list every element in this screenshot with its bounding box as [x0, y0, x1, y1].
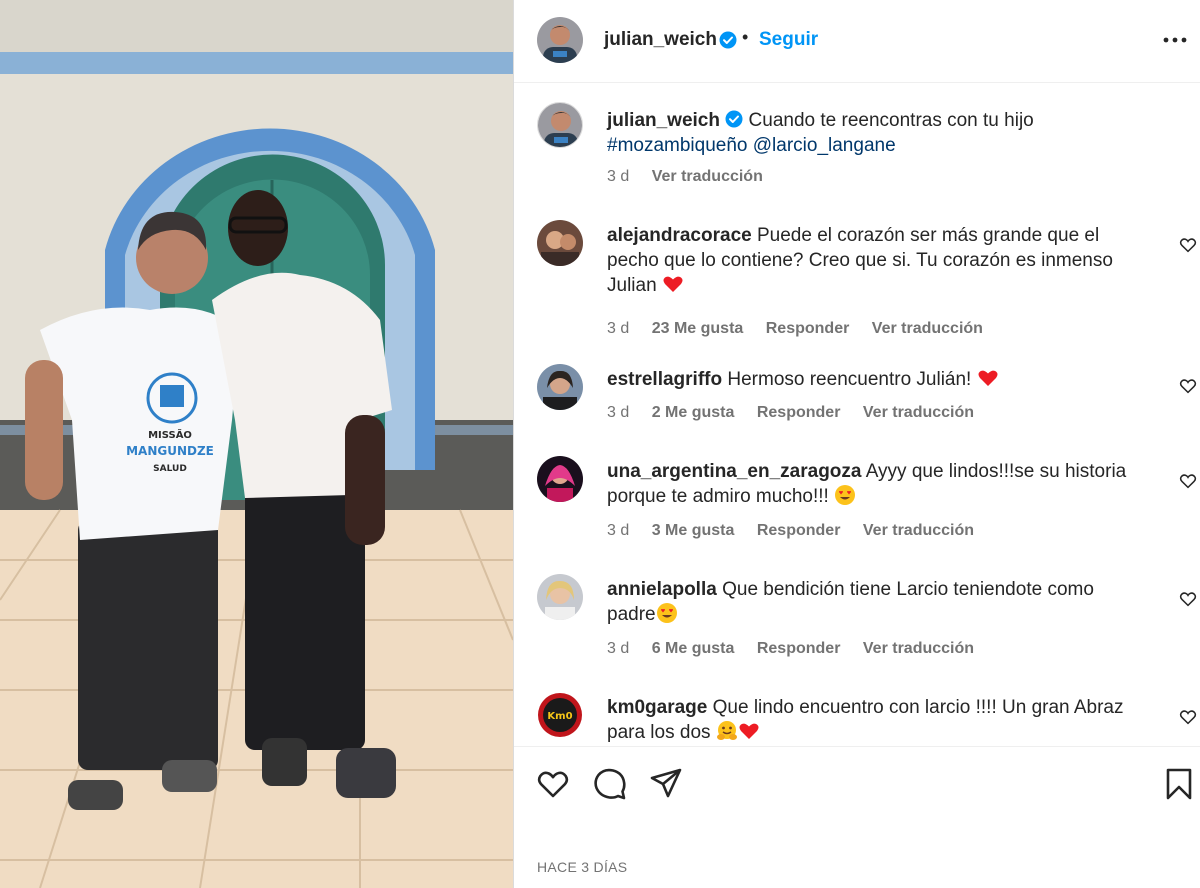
comment-username[interactable]: alejandracorace — [607, 225, 752, 246]
post-actions: HACE 3 DÍAS — [514, 746, 1200, 888]
heart-eyes-emoji-icon — [835, 485, 856, 505]
comment-likes[interactable]: 23 Me gusta — [652, 320, 744, 337]
comment-text: estrellagriffo Hermoso reencuentro Juliá… — [607, 367, 1147, 392]
comment-likes[interactable]: 6 Me gusta — [652, 640, 735, 657]
comment-likes[interactable]: 3 Me gusta — [652, 522, 735, 539]
caption-translate-link[interactable]: Ver traducción — [652, 168, 763, 185]
author-avatar[interactable] — [537, 102, 583, 148]
verified-badge-icon — [719, 31, 737, 49]
commenter-avatar[interactable] — [537, 574, 583, 620]
author-username[interactable]: julian_weich — [604, 29, 717, 51]
caption-hashtag[interactable]: #mozambiqueño — [607, 135, 747, 156]
reply-button[interactable]: Responder — [757, 640, 841, 657]
comment-body: Hermoso reencuentro Julián! — [727, 369, 972, 390]
post-date: HACE 3 DÍAS — [537, 859, 628, 875]
post-header: julian_weich • Seguir — [514, 0, 1200, 83]
comment-age: 3 d — [607, 404, 630, 421]
comment-meta: 3 d 2 Me gusta Responder Ver traducción — [607, 404, 992, 422]
follow-button[interactable]: Seguir — [759, 29, 818, 51]
reply-button[interactable]: Responder — [757, 404, 841, 421]
separator-dot: • — [742, 27, 749, 47]
bookmark-icon[interactable] — [1162, 767, 1196, 801]
translate-link[interactable]: Ver traducción — [863, 522, 974, 539]
comment-heart-icon[interactable] — [1179, 590, 1197, 608]
comment-text: km0garage Que lindo encuentro con larcio… — [607, 695, 1147, 745]
author-avatar[interactable] — [537, 17, 583, 63]
heart-eyes-emoji-icon — [656, 603, 677, 623]
comment-text: annielapolla Que bendición tiene Larcio … — [607, 577, 1147, 627]
comment-text: alejandracorace Puede el corazón ser más… — [607, 223, 1147, 298]
comment-bubble-icon[interactable] — [593, 767, 627, 801]
comments-list[interactable]: julian_weich Cuando te reencontras con t… — [514, 84, 1200, 746]
comment-age: 3 d — [607, 522, 630, 539]
commenter-avatar[interactable] — [537, 456, 583, 502]
shirt-text-2: MANGUNDZE — [126, 444, 214, 458]
commenter-avatar[interactable] — [537, 364, 583, 410]
comment-likes[interactable]: 2 Me gusta — [652, 404, 735, 421]
verified-badge-icon — [725, 110, 743, 128]
reply-button[interactable]: Responder — [766, 320, 850, 337]
comment-age: 3 d — [607, 640, 630, 657]
hugging-emoji-icon — [716, 721, 737, 740]
heart-outline-icon[interactable] — [536, 767, 570, 801]
reply-button[interactable]: Responder — [757, 522, 841, 539]
comment-meta: 3 d 3 Me gusta Responder Ver traducción — [607, 522, 992, 540]
comment-heart-icon[interactable] — [1179, 377, 1197, 395]
red-heart-emoji-icon — [739, 723, 759, 739]
translate-link[interactable]: Ver traducción — [863, 640, 974, 657]
comment-age: 3 d — [607, 320, 630, 337]
comment-text: una_argentina_en_zaragoza Ayyy que lindo… — [607, 459, 1147, 509]
more-options-icon[interactable] — [1162, 33, 1188, 47]
caption-meta: 3 d Ver traducción — [607, 168, 781, 186]
comment-username[interactable]: km0garage — [607, 697, 707, 718]
shirt-text-1: MISSÃO — [148, 428, 192, 441]
comment-heart-icon[interactable] — [1179, 472, 1197, 490]
post-photo: MISSÃO MANGUNDZE SALUD — [0, 0, 513, 888]
caption-mention[interactable]: @larcio_langane — [753, 135, 896, 156]
comment-heart-icon[interactable] — [1179, 708, 1197, 726]
comment-heart-icon[interactable] — [1179, 236, 1197, 254]
caption-age: 3 d — [607, 168, 630, 185]
red-heart-emoji-icon — [978, 370, 998, 386]
svg-text:Km0: Km0 — [547, 711, 572, 722]
comment-username[interactable]: una_argentina_en_zaragoza — [607, 461, 861, 482]
share-plane-icon[interactable] — [649, 767, 683, 801]
commenter-avatar[interactable] — [537, 220, 583, 266]
commenter-avatar[interactable]: Km0 — [537, 692, 583, 738]
comment-username[interactable]: estrellagriffo — [607, 369, 722, 390]
comment-meta: 3 d 6 Me gusta Responder Ver traducción — [607, 640, 992, 658]
post-panel: julian_weich • Seguir julian_weich Cuand… — [513, 0, 1200, 888]
translate-link[interactable]: Ver traducción — [872, 320, 983, 337]
comment-username[interactable]: annielapolla — [607, 579, 717, 600]
shirt-text-3: SALUD — [153, 464, 187, 474]
caption-body: Cuando te reencontras con tu hijo — [748, 110, 1034, 131]
caption-username[interactable]: julian_weich — [607, 110, 720, 131]
comment-meta: 3 d 23 Me gusta Responder Ver traducción — [607, 320, 1001, 338]
translate-link[interactable]: Ver traducción — [863, 404, 974, 421]
red-heart-emoji-icon — [663, 276, 683, 292]
caption-text: julian_weich Cuando te reencontras con t… — [607, 108, 1147, 158]
